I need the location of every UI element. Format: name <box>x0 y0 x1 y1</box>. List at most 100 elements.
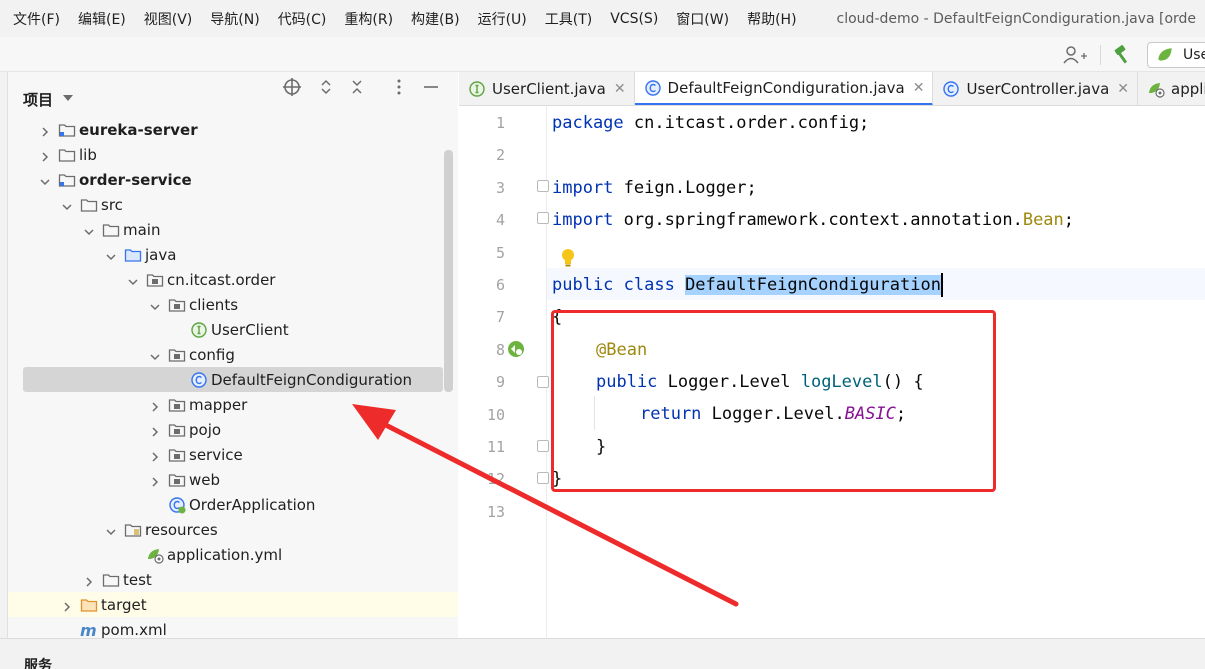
chevron-down-icon[interactable] <box>63 95 73 101</box>
tree-item[interactable]: UserClient <box>8 317 458 342</box>
tree-item[interactable]: OrderApplication <box>8 492 458 517</box>
tree-item[interactable]: web <box>8 467 458 492</box>
menu-item[interactable]: 运行(U) <box>468 9 535 29</box>
lightbulb-icon[interactable] <box>559 247 577 271</box>
fold-marker-icon[interactable] <box>537 472 549 484</box>
tree-item[interactable]: test <box>8 567 458 592</box>
code-annotation: Bean <box>1022 210 1064 230</box>
resources-folder-icon <box>124 521 142 539</box>
fold-marker-icon[interactable] <box>537 180 549 192</box>
project-tree-scrollbar[interactable] <box>444 150 453 392</box>
tree-item[interactable]: resources <box>8 517 458 542</box>
chevron-right-icon[interactable] <box>149 474 161 487</box>
tree-item-label: OrderApplication <box>189 495 316 514</box>
menu-item[interactable]: VCS(S) <box>600 11 666 27</box>
fold-marker-icon[interactable] <box>537 376 549 388</box>
tree-item[interactable]: service <box>8 442 458 467</box>
tree-item[interactable]: m pom.xml <box>8 617 458 639</box>
selected-class-name[interactable]: DefaultFeignCondiguration <box>685 275 941 295</box>
code-editor[interactable]: 1 2 3 4 5 6 7 8 9 10 11 12 13 package cn.itcast.orde… <box>459 106 1205 638</box>
menu-item[interactable]: 代码(C) <box>268 9 335 29</box>
menu-item[interactable]: 构建(B) <box>401 9 468 29</box>
code-text: cn.itcast.order.config; <box>623 113 870 133</box>
chevron-right-icon[interactable] <box>39 149 51 162</box>
chevron-down-icon[interactable] <box>105 524 117 536</box>
chevron-down-icon[interactable] <box>149 349 161 361</box>
chevron-down-icon[interactable] <box>149 299 161 311</box>
chevron-right-icon[interactable] <box>149 449 161 462</box>
chevron-right-icon[interactable] <box>149 399 161 412</box>
tree-item[interactable]: config <box>8 342 458 367</box>
tool-window-strip <box>0 72 8 638</box>
editor-tab-label: DefaultFeignCondiguration.java <box>667 78 905 97</box>
menu-item[interactable]: 帮助(H) <box>737 9 804 29</box>
project-panel-title[interactable]: 项目 <box>23 89 53 110</box>
fold-marker-icon[interactable] <box>537 212 549 224</box>
line-number: 9 <box>495 373 505 392</box>
code-line-3[interactable]: import feign.Logger; <box>552 172 757 204</box>
menu-item[interactable]: 窗口(W) <box>666 9 737 29</box>
tree-item[interactable]: eureka-server <box>8 117 458 142</box>
chevron-down-icon[interactable] <box>39 174 51 186</box>
code-line-11[interactable]: } <box>596 431 606 463</box>
minimize-icon[interactable] <box>421 77 441 97</box>
chevron-right-icon[interactable] <box>39 124 51 137</box>
close-icon[interactable]: ✕ <box>1117 81 1129 97</box>
tree-item[interactable]: clients <box>8 292 458 317</box>
tree-item[interactable]: DefaultFeignCondiguration <box>23 367 443 392</box>
line-number: 1 <box>495 114 505 132</box>
code-line-8[interactable]: @Bean <box>596 334 647 366</box>
tree-item-label: UserClient <box>211 320 289 339</box>
menu-item[interactable]: 视图(V) <box>134 9 201 29</box>
chevron-right-icon[interactable] <box>149 424 161 437</box>
tree-item[interactable]: src <box>8 192 458 217</box>
code-line-10[interactable]: return Logger.Level.BASIC; <box>640 398 906 430</box>
chevron-down-icon[interactable] <box>61 199 73 211</box>
editor-tab[interactable]: UserController.java ✕ <box>933 72 1139 105</box>
chevron-down-icon[interactable] <box>105 249 117 261</box>
code-line-7[interactable]: { <box>552 301 562 333</box>
tree-item[interactable]: java <box>8 242 458 267</box>
crosshair-icon[interactable] <box>282 77 302 97</box>
chevron-right-icon[interactable] <box>61 599 73 612</box>
menu-item[interactable]: 工具(T) <box>535 9 600 29</box>
menu-item[interactable]: 文件(F) <box>0 9 68 29</box>
collapse-all-icon[interactable] <box>347 77 367 97</box>
tree-item[interactable]: application.yml <box>8 542 458 567</box>
code-line-4[interactable]: import org.springframework.context.annot… <box>552 204 1074 236</box>
tree-item[interactable]: main <box>8 217 458 242</box>
tree-item[interactable]: cn.itcast.order <box>8 267 458 292</box>
fold-marker-icon[interactable] <box>537 440 549 452</box>
code-line-12[interactable]: } <box>552 463 562 495</box>
code-text: } <box>596 437 607 457</box>
chevron-down-icon[interactable] <box>127 274 139 286</box>
build-hammer-icon[interactable] <box>1112 44 1134 66</box>
package-icon <box>146 271 164 289</box>
tree-item-label: clients <box>189 295 239 314</box>
more-options-icon[interactable] <box>389 77 409 97</box>
tree-item[interactable]: order-service <box>8 167 458 192</box>
code-line-1[interactable]: package cn.itcast.order.config; <box>552 107 869 139</box>
tree-item[interactable]: target <box>8 592 458 617</box>
user-account-icon[interactable] <box>1062 45 1088 65</box>
services-tool-window-label[interactable]: 服务 <box>24 655 52 669</box>
editor-tab[interactable]: DefaultFeignCondiguration.java ✕ <box>634 72 934 105</box>
editor-tab[interactable]: applicat <box>1138 72 1205 105</box>
menu-item[interactable]: 导航(N) <box>200 9 267 29</box>
tree-item[interactable]: lib <box>8 142 458 167</box>
chevron-right-icon[interactable] <box>83 574 95 587</box>
menu-item[interactable]: 重构(R) <box>334 9 401 29</box>
editor-tab[interactable]: UserClient.java ✕ <box>459 72 635 105</box>
expand-all-icon[interactable] <box>316 77 336 97</box>
code-line-9[interactable]: public Logger.Level logLevel() { <box>596 366 924 398</box>
tree-item[interactable]: pojo <box>8 417 458 442</box>
close-icon[interactable]: ✕ <box>614 81 626 97</box>
chevron-down-icon[interactable] <box>83 224 95 236</box>
spring-bean-gutter-icon[interactable] <box>505 338 527 364</box>
close-icon[interactable]: ✕ <box>913 80 925 96</box>
code-line-6[interactable]: public class DefaultFeignCondiguration <box>552 269 943 301</box>
run-configuration-selector[interactable]: Use <box>1147 42 1205 68</box>
menu-item[interactable]: 编辑(E) <box>68 9 134 29</box>
tree-item[interactable]: mapper <box>8 392 458 417</box>
